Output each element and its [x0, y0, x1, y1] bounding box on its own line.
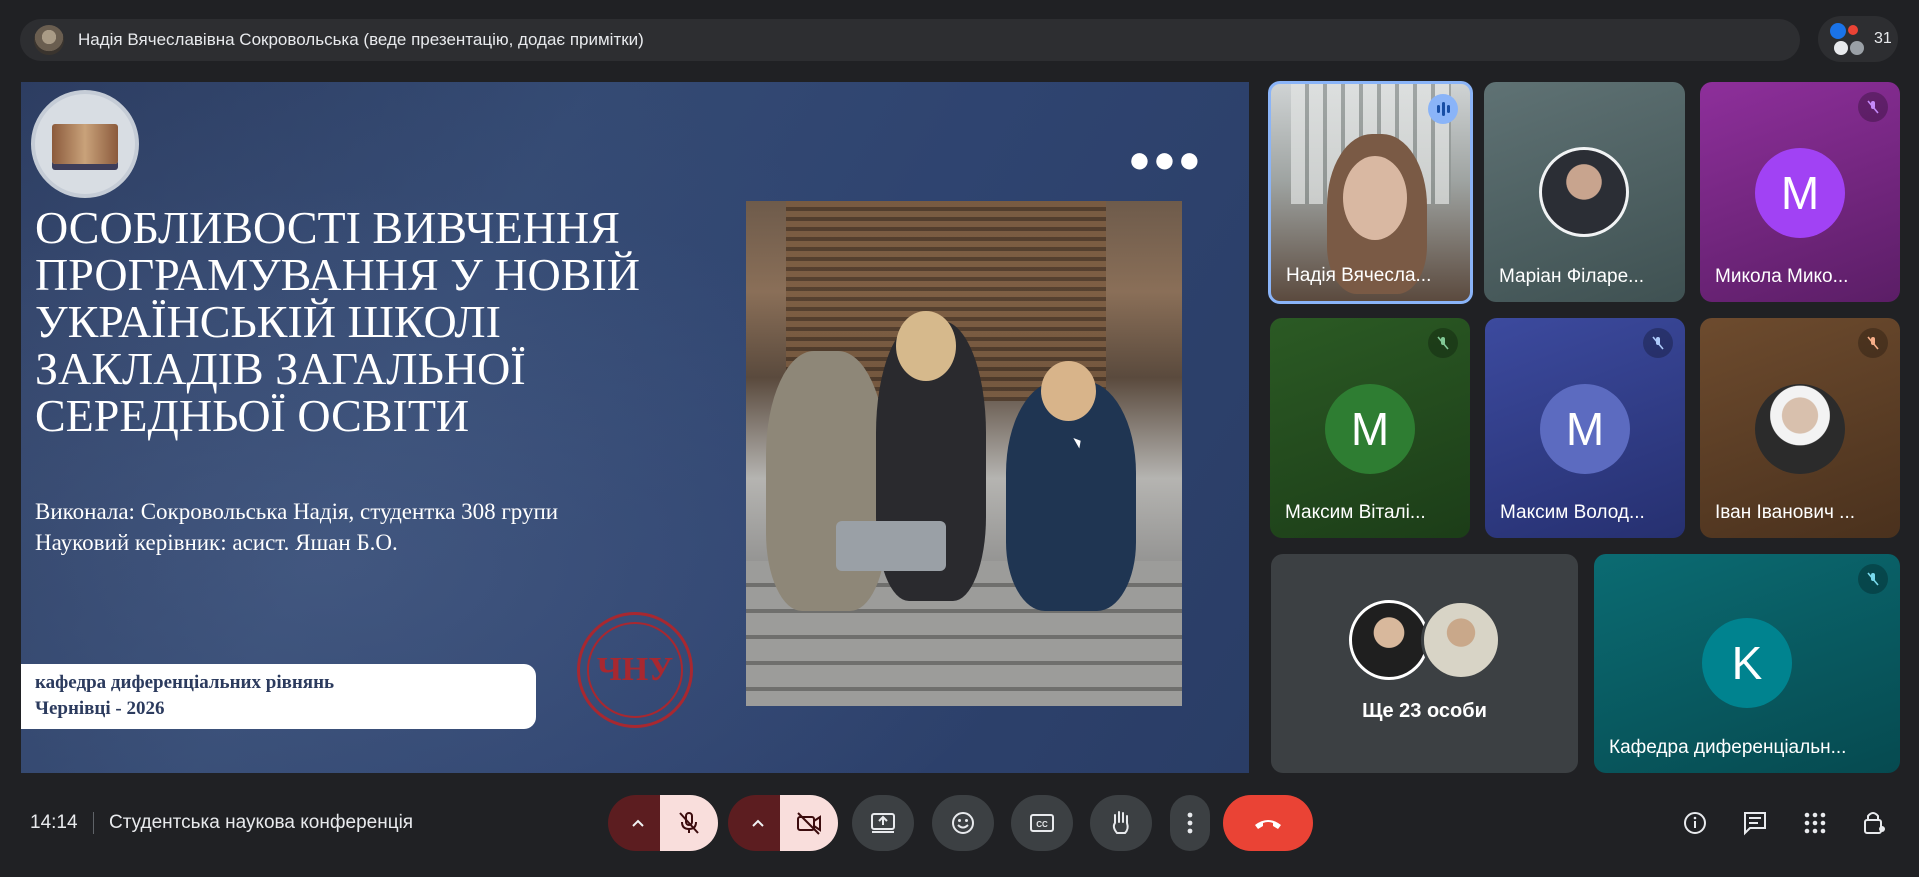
present-screen-button[interactable]: [852, 795, 914, 851]
divider: [93, 812, 94, 834]
department-box: кафедра диференціальних рівнянь Чернівці…: [21, 664, 536, 729]
speaking-indicator-icon: [1428, 94, 1458, 124]
more-participants-tile[interactable]: Ще 23 особи: [1271, 554, 1578, 773]
slide-dots-decoration: ●●●: [1128, 139, 1203, 181]
participant-photo-avatar: [1421, 600, 1501, 680]
participant-tile[interactable]: M Максим Віталі...: [1270, 318, 1470, 538]
microphone-toggle-button[interactable]: [660, 795, 718, 851]
participant-initial-avatar: M: [1755, 148, 1845, 238]
mic-off-icon: [679, 812, 699, 834]
department-line: кафедра диференціальних рівнянь: [35, 672, 335, 693]
captions-button[interactable]: CC: [1011, 795, 1073, 851]
emoji-icon: [952, 812, 974, 834]
more-options-button[interactable]: [1170, 795, 1210, 851]
participant-tile[interactable]: Іван Іванович ...: [1700, 318, 1900, 538]
end-call-icon: [1255, 820, 1281, 829]
participant-name: Маріан Філаре...: [1499, 266, 1645, 287]
more-participants-label: Ще 23 особи: [1362, 700, 1487, 722]
slide-authors: Виконала: Сокровольська Надія, студентка…: [35, 496, 558, 558]
svg-text:CC: CC: [1036, 820, 1048, 829]
participant-tile[interactable]: M Максим Волод...: [1485, 318, 1685, 538]
presentation-slide: ●●● ОСОБЛИВОСТІ ВИВЧЕННЯ ПРОГРАМУВАННЯ У…: [21, 82, 1249, 773]
video-options-button[interactable]: [728, 795, 788, 851]
participants-avatars-icon: [1830, 21, 1866, 57]
mic-off-icon: [1643, 328, 1673, 358]
participant-initial-avatar: M: [1325, 384, 1415, 474]
participant-tile[interactable]: K Кафедра диференціальн...: [1594, 554, 1900, 773]
participant-tile[interactable]: M Микола Мико...: [1700, 82, 1900, 302]
university-logo: [31, 90, 139, 198]
mic-off-icon: [1858, 564, 1888, 594]
participant-initial-avatar: K: [1702, 618, 1792, 708]
participant-name: Микола Мико...: [1715, 266, 1849, 287]
clock-time: 14:14: [30, 812, 78, 833]
reactions-button[interactable]: [932, 795, 994, 851]
participant-photo-avatar: [1349, 600, 1429, 680]
meeting-title: Студентська наукова конференція: [109, 812, 414, 833]
participant-name: Іван Іванович ...: [1715, 502, 1856, 523]
participant-initial-avatar: M: [1540, 384, 1630, 474]
closed-captions-icon: CC: [1030, 814, 1054, 832]
slide-title: ОСОБЛИВОСТІ ВИВЧЕННЯ ПРОГРАМУВАННЯ У НОВ…: [35, 202, 640, 441]
presenter-avatar: [34, 25, 64, 55]
mic-off-icon: [1858, 92, 1888, 122]
participant-photo-avatar: [1755, 384, 1845, 474]
chat-icon: [1744, 812, 1766, 836]
chat-button[interactable]: [1738, 806, 1772, 840]
camera-toggle-button[interactable]: [780, 795, 838, 851]
participant-name: Кафедра диференціальн...: [1609, 737, 1847, 758]
meeting-details-button[interactable]: [1678, 806, 1712, 840]
participant-name: Надія Вячесла...: [1286, 265, 1432, 286]
slide-photo-students: [746, 201, 1182, 706]
chevron-up-icon: [752, 819, 764, 827]
presenter-bar-text: Надія Вячеславівна Сокровольська (веде п…: [78, 30, 644, 49]
present-screen-icon: [871, 813, 895, 833]
author-line: Виконала: Сокровольська Надія, студентка…: [35, 499, 559, 524]
host-controls-button[interactable]: [1858, 806, 1892, 840]
raise-hand-button[interactable]: [1090, 795, 1152, 851]
more-vert-icon: [1187, 812, 1193, 834]
mic-off-icon: [1858, 328, 1888, 358]
chevron-up-icon: [632, 819, 644, 827]
apps-grid-icon: [1804, 812, 1826, 834]
supervisor-line: Науковий керівник: асист. Яшан Б.О.: [35, 530, 398, 555]
info-icon: [1684, 812, 1706, 834]
activities-button[interactable]: [1798, 806, 1832, 840]
participant-tile-speaker[interactable]: Надія Вячесла...: [1268, 81, 1473, 304]
camera-off-icon: [797, 812, 821, 835]
participant-name: Максим Волод...: [1500, 502, 1645, 523]
university-seal: ЧНУ: [577, 612, 693, 728]
raise-hand-icon: [1112, 811, 1129, 834]
leave-call-button[interactable]: [1223, 795, 1313, 851]
participant-tile[interactable]: Маріан Філаре...: [1484, 82, 1685, 302]
audio-options-button[interactable]: [608, 795, 668, 851]
participants-count: 31: [1874, 30, 1892, 47]
presenter-bar[interactable]: Надія Вячеславівна Сокровольська (веде п…: [20, 19, 1800, 61]
participant-photo-avatar: [1539, 147, 1629, 237]
city-year-line: Чернівці - 2026: [35, 698, 165, 719]
participants-button[interactable]: 31: [1818, 16, 1898, 62]
mic-off-icon: [1428, 328, 1458, 358]
participant-name: Максим Віталі...: [1285, 502, 1426, 523]
lock-person-icon: [1864, 812, 1885, 834]
